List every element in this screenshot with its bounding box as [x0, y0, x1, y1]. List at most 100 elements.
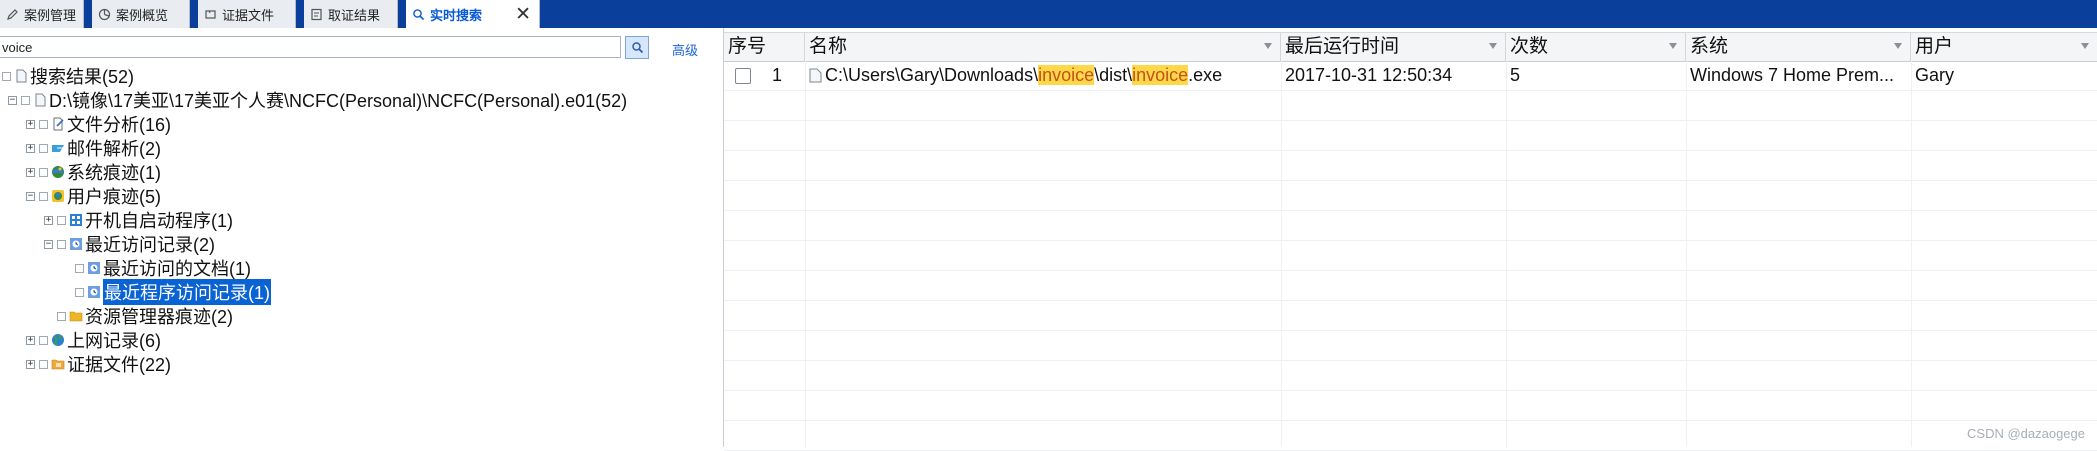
tree-node-label: 用户痕迹(5): [67, 187, 161, 207]
empty-row: [724, 331, 2097, 361]
collapse-icon[interactable]: −: [26, 191, 35, 201]
search-icon: [413, 9, 425, 21]
tab-realtime-search[interactable]: 实时搜索 ✕: [406, 0, 540, 29]
empty-row: [724, 211, 2097, 241]
tab-label: 案例管理: [24, 7, 77, 23]
expand-icon[interactable]: +: [26, 119, 35, 129]
startup-icon: [70, 214, 82, 226]
collapse-icon[interactable]: −: [8, 95, 17, 105]
empty-row: [724, 151, 2097, 181]
tab-label: 实时搜索: [430, 8, 483, 23]
tree-node-label: D:\镜像\17美亚\17美亚个人赛\NCFC(Personal)\NCFC(P…: [49, 91, 628, 111]
tab-case-management[interactable]: 案例管理: [0, 0, 84, 28]
column-header-count[interactable]: 次数: [1506, 33, 1686, 61]
tree-node-recent-program-records[interactable]: 最近程序访问记录(1): [62, 279, 271, 305]
left-pane: 高级 搜索结果(52) − D:\镜像\17美亚\17美亚个人赛\NCFC(Pe…: [0, 28, 724, 447]
pie-icon: [98, 8, 111, 20]
empty-row: [724, 91, 2097, 121]
tree-checkbox[interactable]: [39, 359, 48, 369]
row-user: Gary: [1915, 65, 1955, 85]
tree-checkbox[interactable]: [39, 143, 48, 153]
table-row[interactable]: 1 C:\Users\Gary\Downloads\invoice\dist\i…: [724, 61, 2097, 91]
tree-checkbox[interactable]: [39, 335, 48, 345]
empty-row: [724, 361, 2097, 391]
tree-node-recent-documents[interactable]: 最近访问的文档(1): [62, 257, 251, 279]
user-icon: [52, 190, 64, 202]
close-icon[interactable]: ✕: [515, 3, 531, 26]
recent-program-icon: [88, 286, 100, 298]
grid-header: 序号 名称 最后运行时间 次数 系统 用户: [724, 32, 2097, 62]
tree-checkbox[interactable]: [75, 287, 84, 297]
tree-checkbox[interactable]: [39, 119, 48, 129]
tree-checkbox[interactable]: [75, 263, 84, 273]
tree-checkbox[interactable]: [57, 239, 66, 249]
edit-icon: [7, 8, 18, 20]
search-icon: [631, 42, 643, 54]
file-icon: [205, 9, 216, 19]
tree-node-recent-records[interactable]: − 最近访问记录(2): [44, 233, 215, 255]
tree-checkbox[interactable]: [57, 215, 66, 225]
filter-icon[interactable]: [1489, 43, 1497, 49]
advanced-search-link[interactable]: 高级: [672, 40, 698, 59]
expand-icon[interactable]: +: [44, 215, 53, 225]
tree-node-label: 文件分析(16): [67, 115, 172, 135]
doc-icon: [16, 69, 27, 83]
tree-node-image-file[interactable]: − D:\镜像\17美亚\17美亚个人赛\NCFC(Personal)\NCFC…: [8, 89, 627, 111]
tree-node-explorer-traces[interactable]: 资源管理器痕迹(2): [44, 305, 233, 327]
tree-node-label: 系统痕迹(1): [67, 163, 161, 183]
tab-label: 案例概览: [116, 7, 169, 23]
system-icon: [52, 166, 64, 178]
row-name: C:\Users\Gary\Downloads\invoice\dist\inv…: [809, 61, 1222, 90]
tree-node-system-traces[interactable]: + 系统痕迹(1): [26, 161, 161, 183]
empty-row: [724, 391, 2097, 421]
expand-icon[interactable]: +: [26, 167, 35, 177]
expand-icon[interactable]: +: [26, 335, 35, 345]
collapse-icon[interactable]: −: [44, 239, 53, 249]
row-index: 1: [772, 65, 783, 85]
tree-node-startup-programs[interactable]: + 开机自启动程序(1): [44, 209, 233, 231]
file-analysis-icon: [53, 117, 64, 131]
tree-checkbox[interactable]: [39, 191, 48, 201]
column-header-name[interactable]: 名称: [805, 33, 1281, 61]
filter-icon[interactable]: [1894, 43, 1902, 49]
tree-checkbox[interactable]: [39, 167, 48, 177]
column-header-last-run[interactable]: 最后运行时间: [1281, 33, 1506, 61]
tree-checkbox[interactable]: [57, 311, 66, 321]
results-grid: 序号 名称 最后运行时间 次数 系统 用户 1 C:\Users\Gary\Do…: [724, 28, 2097, 451]
expand-icon[interactable]: +: [26, 359, 35, 369]
tab-bar: 案例管理 案例概览 证据文件 取证结果 实时搜索 ✕: [0, 0, 2097, 29]
column-header-system[interactable]: 系统: [1686, 33, 1911, 61]
empty-row: [724, 271, 2097, 301]
tree-node-web-history[interactable]: + 上网记录(6): [26, 329, 161, 351]
tree-node-user-traces[interactable]: − 用户痕迹(5): [26, 185, 161, 207]
tree-node-evidence-files[interactable]: + 证据文件(22): [26, 353, 171, 375]
filter-icon[interactable]: [1669, 43, 1677, 49]
empty-row: [724, 121, 2097, 151]
expand-icon[interactable]: +: [26, 143, 35, 153]
recent-doc-icon: [88, 262, 100, 274]
tree-node-label: 搜索结果(52): [30, 67, 135, 87]
search-input[interactable]: [0, 36, 621, 58]
tree-node-label: 开机自启动程序(1): [85, 211, 233, 231]
row-last-run: 2017-10-31 12:50:34: [1285, 65, 1453, 85]
tab-evidence-files[interactable]: 证据文件: [198, 0, 296, 28]
tree-node-label: 邮件解析(2): [67, 139, 161, 159]
tab-forensic-results[interactable]: 取证结果: [304, 0, 398, 28]
filter-icon[interactable]: [1264, 43, 1272, 49]
search-button[interactable]: [625, 36, 649, 59]
tab-case-overview[interactable]: 案例概览: [92, 0, 190, 28]
column-header-user[interactable]: 用户: [1911, 33, 2097, 61]
filter-icon[interactable]: [2081, 43, 2089, 49]
tree-node-search-results[interactable]: 搜索结果(52): [2, 65, 134, 87]
tree-checkbox[interactable]: [2, 71, 11, 81]
tree-node-label: 最近程序访问记录(1): [103, 279, 271, 305]
row-count: 5: [1510, 65, 1521, 85]
search-highlight: invoice: [1132, 65, 1189, 85]
tree-checkbox[interactable]: [21, 95, 30, 105]
column-header-index[interactable]: 序号: [724, 33, 805, 61]
watermark: CSDN @dazaogege: [1967, 426, 2085, 441]
tree-node-file-analysis[interactable]: + 文件分析(16): [26, 113, 171, 135]
tree-node-mail-parsing[interactable]: + 邮件解析(2): [26, 137, 161, 159]
tree-node-label: 证据文件(22): [67, 355, 172, 375]
row-checkbox[interactable]: [735, 68, 751, 84]
